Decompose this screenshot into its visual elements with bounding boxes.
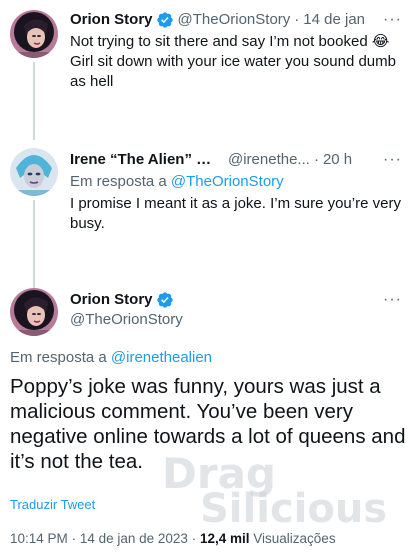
main-author-handle[interactable]: @TheOrionStory — [70, 310, 183, 330]
main-tweet-text: Poppy’s joke was funny, yours was just a… — [10, 375, 406, 473]
views-count: 12,4 mil — [199, 531, 250, 546]
verified-badge-icon — [156, 11, 174, 29]
tweet-text-line-2: Girl sit down with your ice water you so… — [70, 53, 396, 90]
author-handle[interactable]: @irenethe... — [228, 150, 310, 170]
separator-dot: · — [313, 151, 319, 168]
main-author-name-row[interactable]: Orion Story — [70, 290, 174, 310]
reply-context: Em resposta a @TheOrionStory — [70, 172, 284, 192]
reply-context: Em resposta a @irenethealien — [10, 349, 212, 366]
tweet-irene-reply[interactable]: Irene “The Alien” Du... @irenethe... · 2… — [0, 140, 416, 330]
author-name[interactable]: Irene “The Alien” Du... — [70, 150, 220, 170]
more-options-icon[interactable]: ··· — [383, 290, 402, 310]
reply-prefix: Em resposta a — [10, 349, 107, 366]
tweet-header: Irene “The Alien” Du... @irenethe... · 2… — [70, 150, 404, 170]
tweet-timestamp[interactable]: 20 h — [323, 150, 352, 170]
tweet-time[interactable]: 10:14 PM — [10, 531, 68, 546]
avatar-orion-story-main[interactable] — [10, 288, 58, 336]
translate-tweet-link[interactable]: Traduzir Tweet — [10, 497, 95, 512]
tweet-text: Not trying to sit there and say I’m not … — [70, 32, 402, 92]
tweet-timestamp[interactable]: 14 de jan — [303, 10, 365, 30]
tweet-header: Orion Story @TheOrionStory · 14 de jan — [70, 10, 404, 30]
author-name[interactable]: Orion Story — [70, 10, 153, 30]
thread-connector-line — [33, 62, 35, 140]
more-options-icon[interactable]: ··· — [383, 150, 402, 170]
tweet-meta: 10:14 PM · 14 de jan de 2023 · 12,4 mil … — [10, 531, 336, 546]
author-handle[interactable]: @TheOrionStory — [178, 10, 291, 30]
reply-to-link[interactable]: @TheOrionStory — [171, 173, 284, 190]
more-options-icon[interactable]: ··· — [383, 10, 402, 30]
tweet-orion-story[interactable]: Orion Story @TheOrionStory · 14 de jan ·… — [0, 0, 416, 140]
views-label: Visualizações — [253, 531, 336, 546]
tweet-text-line-1: Not trying to sit there and say I’m not … — [70, 33, 368, 50]
reply-prefix: Em resposta a — [70, 173, 167, 190]
tweet-text: I promise I meant it as a joke. I’m sure… — [70, 195, 401, 232]
reply-to-link[interactable]: @irenethealien — [111, 349, 212, 366]
verified-badge-icon — [156, 291, 174, 309]
separator-dot: · — [191, 531, 197, 546]
separator-dot: · — [294, 11, 300, 28]
avatar-irene[interactable] — [10, 148, 58, 196]
watermark-line-2: Silicious — [200, 486, 387, 524]
laughing-emoji-icon: 😂 — [371, 33, 390, 50]
tweet-date[interactable]: 14 de jan de 2023 — [80, 531, 188, 546]
separator-dot: · — [71, 531, 77, 546]
main-author-name[interactable]: Orion Story — [70, 290, 153, 310]
avatar-orion-story[interactable] — [10, 10, 58, 58]
